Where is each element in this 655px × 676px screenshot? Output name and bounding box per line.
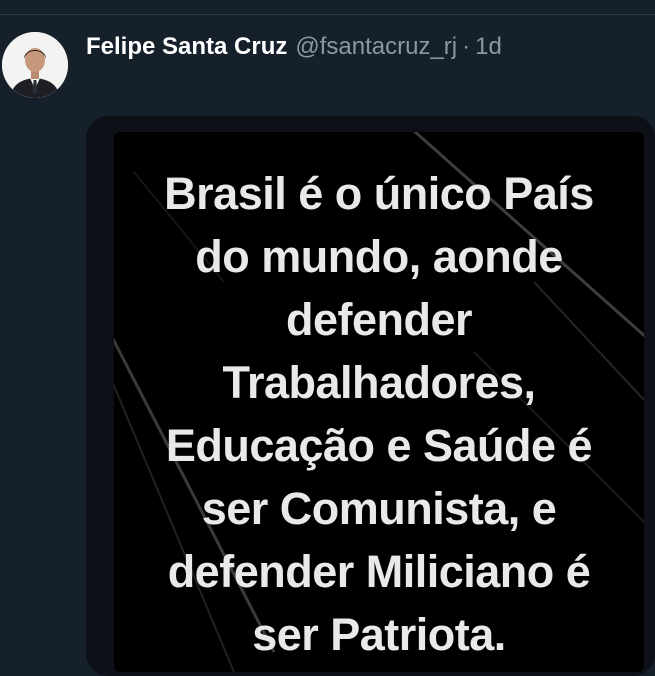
person-photo-icon: [2, 32, 68, 98]
timestamp[interactable]: 1d: [475, 31, 502, 63]
meme-line: Educação e Saúde é: [165, 420, 593, 471]
meme-line: Trabalhadores,: [222, 357, 536, 408]
avatar[interactable]: [2, 32, 68, 98]
display-name[interactable]: Felipe Santa Cruz: [86, 31, 287, 63]
tweet-media[interactable]: Brasil é o único País do mundo, aonde de…: [86, 116, 655, 676]
meme-line: defender Miliciano é: [167, 546, 591, 597]
user-handle[interactable]: @fsantacruz_rj: [295, 31, 457, 63]
meme-line: do mundo, aonde: [195, 231, 563, 282]
tweet-header: Felipe Santa Cruz @fsantacruz_rj · 1d: [86, 31, 502, 63]
separator-dot: ·: [462, 33, 471, 60]
meme-line: ser Comunista, e: [201, 483, 557, 534]
meme-image: Brasil é o único País do mundo, aonde de…: [114, 132, 644, 672]
top-divider: [0, 14, 655, 15]
meme-text: Brasil é o único País do mundo, aonde de…: [114, 162, 644, 666]
meme-line: Brasil é o único País: [164, 168, 594, 219]
meme-line: defender: [285, 294, 473, 345]
meme-line: ser Patriota.: [252, 609, 506, 660]
